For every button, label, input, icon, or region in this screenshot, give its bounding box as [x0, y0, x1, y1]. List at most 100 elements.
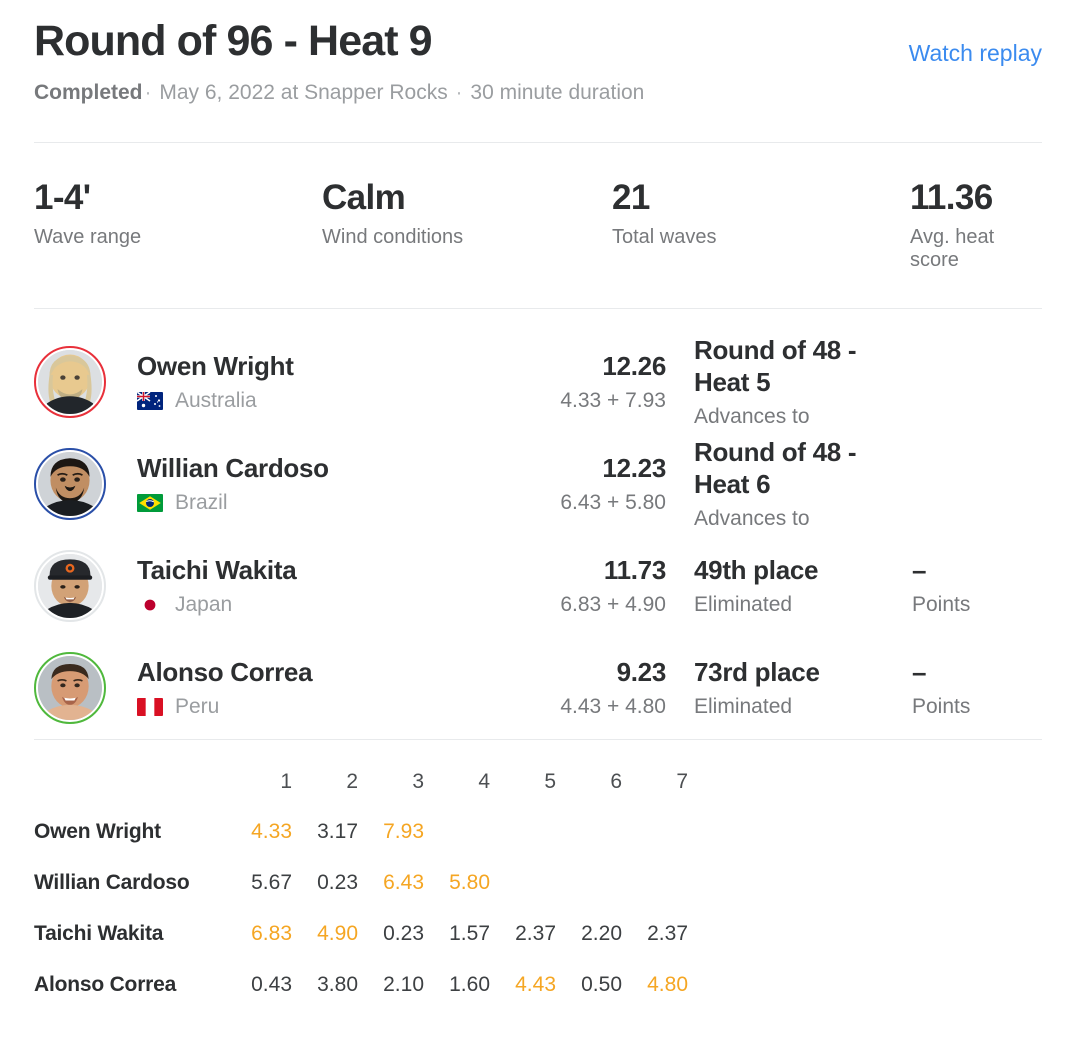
avatar	[38, 656, 102, 721]
wave-score-cell: 5.80	[449, 870, 490, 894]
stat-label: Wave range	[34, 226, 142, 249]
score-breakdown: 6.83 + 4.90	[560, 593, 666, 617]
wave-scores-section: 1 2 3 4 5 6 7 Owen Wright 4.33 3.17 7.93	[34, 740, 1042, 1010]
meta-separator-2: ·	[455, 81, 463, 105]
brazil-flag-icon	[137, 494, 163, 513]
athlete-name: Willian Cardoso	[137, 453, 329, 483]
athlete-country: Japan	[137, 593, 476, 617]
athlete-info: Owen Wright Australia	[137, 351, 476, 413]
wave-column-header-2: 2	[346, 770, 358, 794]
athlete-row[interactable]: Taichi Wakita Japan 11.73 6.83 + 4.90 49…	[34, 535, 1042, 637]
result-status: Eliminated	[694, 593, 793, 617]
athlete-info: Alonso Correa Peru	[137, 657, 476, 719]
watch-replay-link[interactable]: Watch replay	[909, 40, 1042, 67]
meta-separator-1: ·	[144, 81, 152, 105]
wave-score-cell: 3.17	[317, 819, 358, 843]
wave-column-header-4: 4	[478, 770, 490, 794]
wave-column-header-6: 6	[610, 770, 622, 794]
wave-score-cell	[498, 806, 564, 857]
athlete-row[interactable]: Alonso Correa Peru 9.23 4.43 + 4.80 73rd…	[34, 637, 1042, 739]
avatar	[38, 350, 102, 415]
wave-score-cell: 6.43	[383, 870, 424, 894]
wave-score-cell: 4.90	[317, 921, 358, 945]
points-column: – Points	[912, 657, 1042, 719]
heat-date-venue: May 6, 2022 at Snapper Rocks	[159, 81, 448, 105]
total-score: 9.23	[616, 657, 667, 687]
points-value: –	[912, 657, 927, 687]
total-score: 12.26	[602, 351, 666, 381]
wave-score-cell	[630, 857, 696, 908]
result-status: Advances to	[694, 404, 810, 428]
athlete-row[interactable]: Willian Cardoso Brazil 12.23 6.43 + 5.80…	[34, 433, 1042, 535]
wave-score-cell: 4.43	[515, 972, 556, 996]
score-column: 12.23 6.43 + 5.80	[476, 453, 666, 515]
stat-value: 1-4'	[34, 177, 91, 217]
country-name: Australia	[175, 389, 257, 413]
athlete-results-list: Owen Wright Australia 12.26 4.33 + 7.93 …	[34, 309, 1042, 739]
result-status: Advances to	[694, 506, 810, 530]
athlete-row[interactable]: Owen Wright Australia 12.26 4.33 + 7.93 …	[34, 331, 1042, 433]
points-label: Points	[912, 695, 971, 719]
wave-score-cell: 1.60	[449, 972, 490, 996]
peru-flag-icon	[137, 698, 163, 717]
wave-score-cell: 0.23	[383, 921, 424, 945]
total-score: 11.73	[603, 555, 666, 585]
athlete-country: Australia	[137, 389, 476, 413]
score-breakdown: 4.33 + 7.93	[560, 389, 666, 413]
athlete-info: Willian Cardoso Brazil	[137, 453, 476, 515]
score-breakdown: 4.43 + 4.80	[560, 695, 666, 719]
table-row: Alonso Correa 0.43 3.80 2.10 1.60 4.43 0…	[34, 959, 1042, 1010]
wave-score-cell	[498, 857, 564, 908]
athlete-name: Taichi Wakita	[137, 555, 297, 585]
wave-column-header-5: 5	[544, 770, 556, 794]
stat-total-waves: 21 Total waves	[538, 177, 790, 273]
wave-score-cell: 1.57	[449, 921, 490, 945]
page-header: Round of 96 - Heat 9 Watch replay Comple…	[34, 0, 1042, 107]
wave-score-cell: 0.50	[581, 972, 622, 996]
athlete-name: Owen Wright	[137, 351, 294, 381]
avatar-ring	[34, 550, 106, 623]
stat-value: Calm	[322, 177, 406, 217]
wave-column-header-7: 7	[676, 770, 688, 794]
points-label: Points	[912, 593, 971, 617]
wave-table-corner	[34, 758, 234, 806]
athlete-portrait-willian-cardoso	[38, 452, 102, 517]
wave-row-spacer	[696, 908, 1042, 959]
wave-table-body: Owen Wright 4.33 3.17 7.93 Willian Cardo…	[34, 806, 1042, 1010]
athlete-portrait-owen-wright	[38, 350, 102, 415]
athlete-name: Alonso Correa	[137, 657, 313, 687]
athlete-info: Taichi Wakita Japan	[137, 555, 476, 617]
wave-table-spacer	[696, 758, 1042, 806]
stat-label: Avg. heat score	[910, 226, 995, 272]
wave-table-header-row: 1 2 3 4 5 6 7	[34, 758, 1042, 806]
avatar-ring	[34, 346, 106, 419]
heat-result-page: Round of 96 - Heat 9 Watch replay Comple…	[0, 0, 1076, 1058]
score-breakdown: 6.43 + 5.80	[560, 491, 666, 515]
table-row: Willian Cardoso 5.67 0.23 6.43 5.80	[34, 857, 1042, 908]
stat-avg-heat-score: 11.36 Avg. heat score	[790, 177, 1042, 273]
wave-score-cell: 2.10	[383, 972, 424, 996]
country-name: Brazil	[175, 491, 228, 515]
wave-column-header-3: 3	[412, 770, 424, 794]
heat-stats: 1-4' Wave range Calm Wind conditions 21 …	[34, 143, 1042, 309]
wave-score-cell	[630, 806, 696, 857]
wave-score-cell	[432, 806, 498, 857]
stat-value: 21	[612, 177, 650, 217]
wave-scores-table: 1 2 3 4 5 6 7 Owen Wright 4.33 3.17 7.93	[34, 758, 1042, 1010]
score-column: 9.23 4.43 + 4.80	[476, 657, 666, 719]
heat-meta: Completed· May 6, 2022 at Snapper Rocks …	[34, 79, 1042, 106]
page-title: Round of 96 - Heat 9	[34, 17, 433, 65]
result-title: Round of 48 - Heat 5	[694, 335, 857, 397]
score-column: 11.73 6.83 + 4.90	[476, 555, 666, 617]
stat-label: Wind conditions	[322, 226, 464, 249]
country-name: Japan	[175, 593, 233, 617]
wave-score-cell	[564, 857, 630, 908]
wave-score-cell: 3.80	[317, 972, 358, 996]
australia-flag-icon	[137, 392, 163, 411]
wave-score-cell: 0.23	[317, 870, 358, 894]
wave-score-cell: 0.43	[251, 972, 292, 996]
stat-wind-conditions: Calm Wind conditions	[286, 177, 538, 273]
wave-score-cell: 4.80	[647, 972, 688, 996]
stat-value: 11.36	[910, 177, 993, 217]
wave-row-spacer	[696, 959, 1042, 1010]
